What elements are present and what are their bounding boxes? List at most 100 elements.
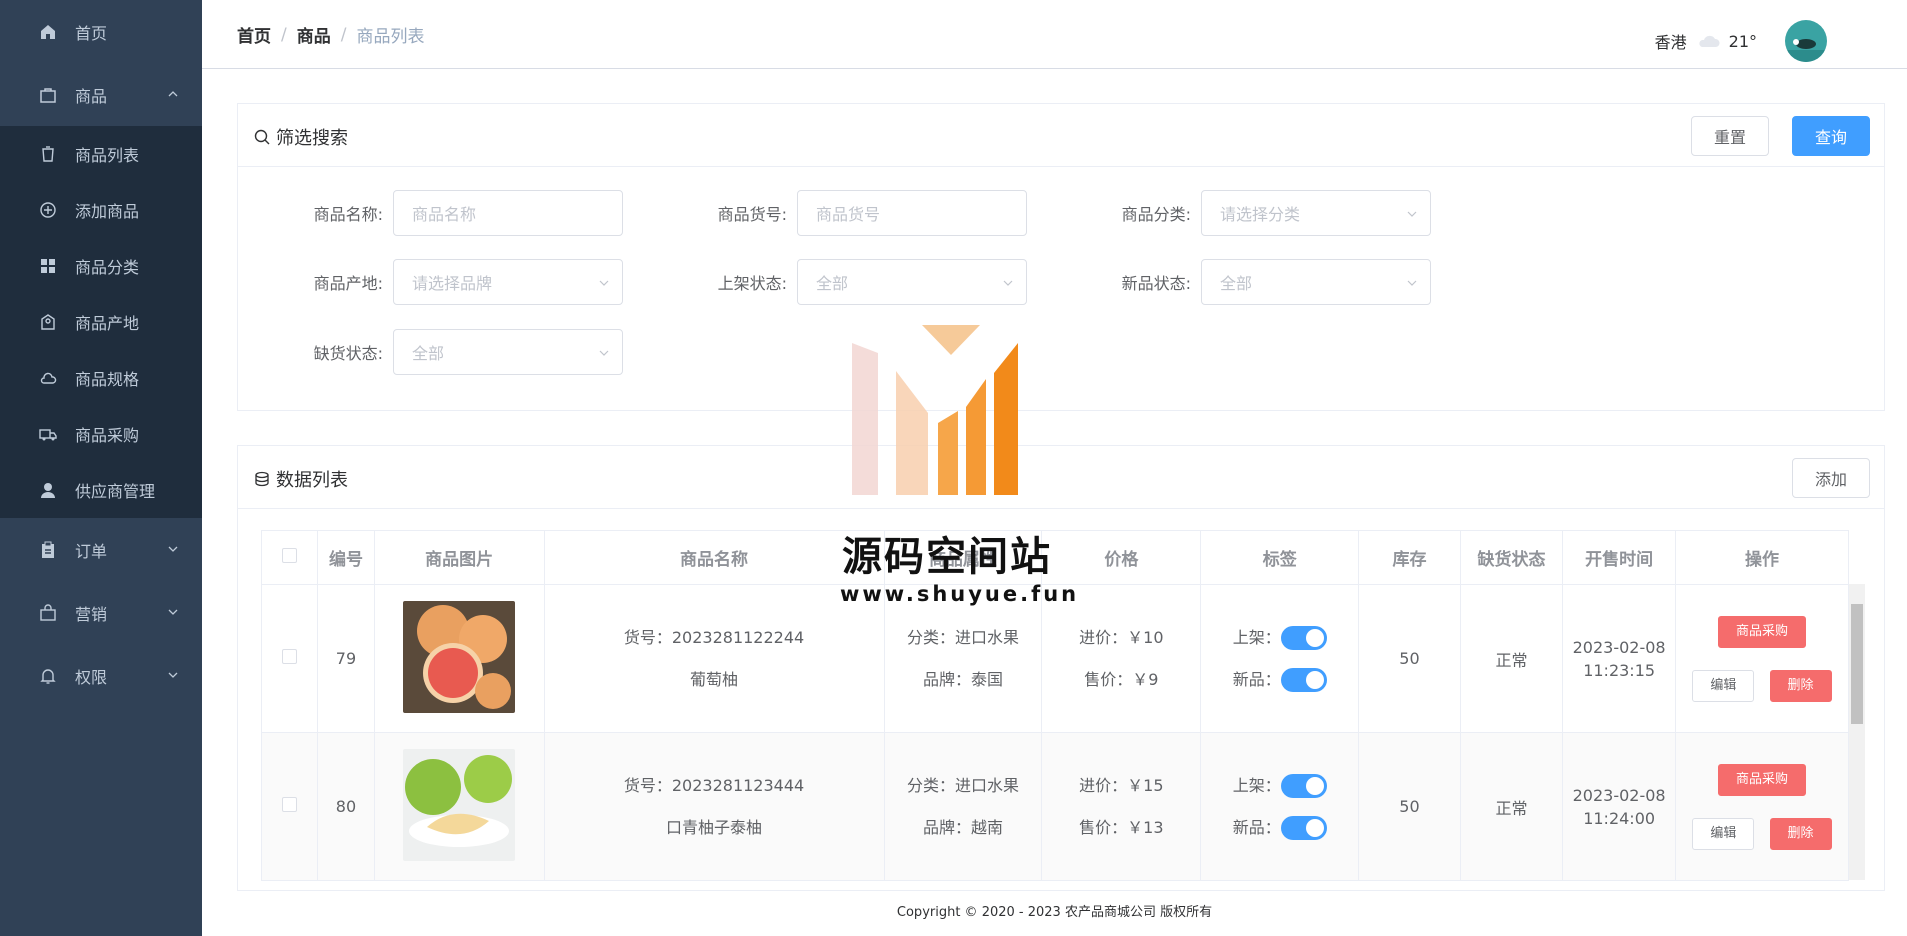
- breadcrumb-home[interactable]: 首页: [237, 22, 271, 47]
- sidebar-item-purchase[interactable]: 商品采购: [0, 406, 202, 462]
- menu-home[interactable]: 首页: [0, 0, 202, 63]
- filter-card: 筛选搜索 重置 查询 商品名称: 商品名称 商品货号: 商品货号 商品分类: 请…: [237, 103, 1885, 411]
- sidebar-item-supplier[interactable]: 供应商管理: [0, 462, 202, 518]
- menu-goods-label: 商品: [75, 86, 108, 106]
- row-checkbox[interactable]: [282, 649, 298, 664]
- row-select-cell: [260, 732, 319, 881]
- breadcrumb-goods[interactable]: 商品: [297, 22, 331, 47]
- menu-goods[interactable]: 商品: [0, 63, 202, 126]
- origin-select[interactable]: 请选择品牌: [393, 259, 623, 305]
- list-card: 数据列表 添加 编号 商品图片 商品名称 商品属性 价格 标签 库存 缺货状态: [237, 445, 1885, 891]
- sidebar-item-label: 商品采购: [75, 426, 140, 445]
- breadcrumb-separator: /: [340, 24, 347, 45]
- row-sku: 货号：2023281123444: [623, 775, 805, 795]
- delete-button[interactable]: 删除: [1769, 817, 1832, 850]
- select-all-checkbox[interactable]: [282, 547, 298, 563]
- list-card-header: 数据列表 添加: [238, 446, 1884, 509]
- bag-icon: [40, 87, 56, 103]
- sidebar-item-add-goods[interactable]: 添加商品: [0, 182, 202, 238]
- watermark-title: 源码空间站: [842, 534, 1052, 580]
- row-actions-cell: 商品采购 编辑 删除: [1674, 732, 1850, 881]
- menu-marketing[interactable]: 营销: [0, 581, 202, 644]
- field-origin: 商品产地: 请选择品牌: [273, 259, 623, 305]
- database-icon: [255, 471, 269, 487]
- watermark-logo: [852, 325, 1018, 495]
- shelf-status-select[interactable]: 全部: [797, 259, 1027, 305]
- purchase-button[interactable]: 商品采购: [1717, 615, 1806, 648]
- row-sku: 货号：2023281122244: [623, 627, 805, 647]
- shelf-label: 上架：: [1232, 627, 1281, 647]
- filter-title: 筛选搜索: [254, 124, 348, 150]
- row-brand: 品牌：越南: [922, 817, 1003, 837]
- new-toggle[interactable]: [1280, 668, 1327, 692]
- edit-button[interactable]: 编辑: [1692, 669, 1755, 702]
- query-button[interactable]: 查询: [1792, 116, 1870, 156]
- chevron-down-icon: [599, 280, 609, 286]
- navbar: 首页 / 商品 / 商品列表 香港 21°: [202, 0, 1907, 69]
- reset-button[interactable]: 重置: [1691, 116, 1769, 156]
- scrollbar-thumb[interactable]: [1851, 604, 1863, 724]
- row-status: 正常: [1459, 584, 1564, 733]
- row-tags-cell: 上架： 新品：: [1200, 732, 1360, 881]
- delete-button[interactable]: 删除: [1769, 669, 1832, 702]
- breadcrumb-separator: /: [281, 24, 287, 45]
- stock-status-select[interactable]: 全部: [393, 329, 623, 375]
- shelf-toggle[interactable]: [1280, 774, 1327, 798]
- header-tags: 标签: [1200, 530, 1360, 585]
- sidebar-item-origin[interactable]: 商品产地: [0, 294, 202, 350]
- grapefruit-image: [403, 600, 516, 713]
- goods-name-input[interactable]: 商品名称: [393, 190, 623, 236]
- cloud-icon: [1699, 35, 1720, 47]
- row-attr-cell: 分类：进口水果 品牌：越南: [883, 732, 1043, 881]
- row-date: 2023-02-08: [1572, 637, 1666, 657]
- new-status-select[interactable]: 全部: [1201, 259, 1431, 305]
- new-status-placeholder: 全部: [1220, 274, 1253, 293]
- goods-sku-input[interactable]: 商品货号: [797, 190, 1027, 236]
- chevron-down-icon: [168, 672, 178, 678]
- table-scrollbar[interactable]: [1849, 584, 1865, 880]
- new-label: 新品：: [1232, 669, 1281, 689]
- row-checkbox[interactable]: [282, 797, 298, 812]
- purchase-button[interactable]: 商品采购: [1717, 763, 1806, 796]
- new-label: 新品：: [1232, 817, 1281, 837]
- chevron-down-icon: [168, 609, 178, 615]
- sidebar-item-category[interactable]: 商品分类: [0, 238, 202, 294]
- field-goods-sku: 商品货号: 商品货号: [677, 190, 1027, 236]
- chevron-down-icon: [1407, 211, 1417, 217]
- stock-status-placeholder: 全部: [412, 344, 445, 363]
- sidebar-item-spec[interactable]: 商品规格: [0, 350, 202, 406]
- menu-home-label: 首页: [75, 23, 108, 43]
- menu-permission[interactable]: 权限: [0, 644, 202, 707]
- header-stock: 库存: [1358, 530, 1461, 585]
- row-category: 分类：进口水果: [906, 775, 1019, 795]
- edit-button[interactable]: 编辑: [1692, 817, 1755, 850]
- row-name-cell: 货号：2023281123444 口青柚子泰柚: [543, 732, 885, 881]
- sidebar-item-label: 供应商管理: [75, 482, 156, 501]
- add-button[interactable]: 添加: [1792, 458, 1870, 498]
- header-name: 商品名称: [543, 530, 885, 585]
- row-stock: 50: [1358, 584, 1461, 733]
- row-id: 79: [317, 584, 375, 733]
- row-name-cell: 货号：2023281122244 葡萄柚: [543, 584, 885, 733]
- header-price: 价格: [1041, 530, 1202, 585]
- field-category: 商品分类: 请选择分类: [1081, 190, 1431, 236]
- sidebar-item-label: 商品分类: [75, 258, 140, 277]
- header-stock-status: 缺货状态: [1459, 530, 1564, 585]
- field-stock-status: 缺货状态: 全部: [273, 329, 623, 375]
- avatar[interactable]: [1785, 20, 1827, 62]
- row-cost: 进价：￥15: [1079, 775, 1164, 795]
- shelf-label: 上架：: [1232, 775, 1281, 795]
- menu-order[interactable]: 订单: [0, 518, 202, 581]
- field-label: 商品分类:: [1121, 205, 1191, 224]
- sidebar-item-label: 商品产地: [75, 314, 140, 333]
- new-toggle[interactable]: [1280, 816, 1327, 840]
- sidebar-item-label: 添加商品: [75, 202, 140, 221]
- menu-permission-label: 权限: [75, 667, 108, 687]
- field-shelf-status: 上架状态: 全部: [677, 259, 1027, 305]
- shelf-toggle[interactable]: [1280, 626, 1327, 650]
- sidebar-item-goods-list[interactable]: 商品列表: [0, 126, 202, 182]
- filter-card-header: 筛选搜索 重置 查询: [238, 104, 1884, 167]
- cloud-icon: [40, 372, 57, 384]
- category-select[interactable]: 请选择分类: [1201, 190, 1431, 236]
- row-date: 2023-02-08: [1572, 785, 1666, 805]
